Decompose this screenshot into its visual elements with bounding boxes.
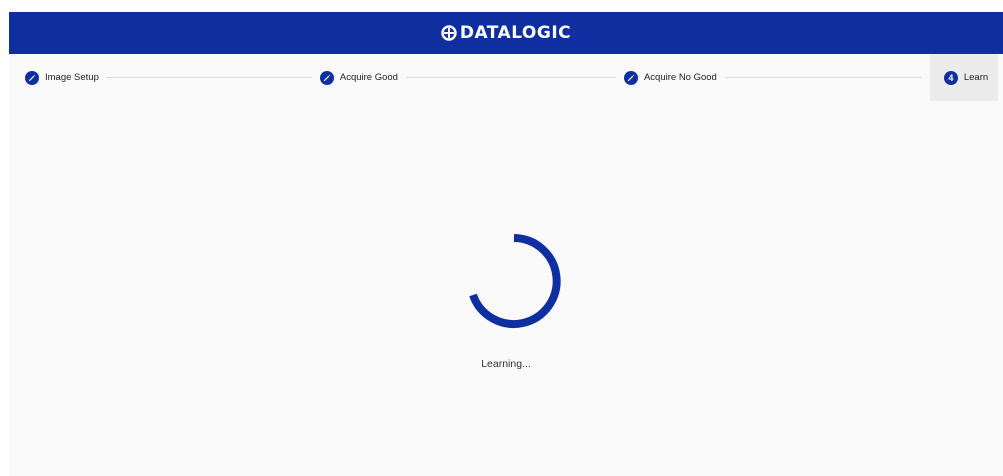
app-window: DATALOGIC Image Setup Acquire Good Acqui… — [9, 12, 1003, 476]
step-acquire-good[interactable]: Acquire Good — [319, 54, 398, 101]
wizard-stepper: Image Setup Acquire Good Acquire No Good… — [9, 54, 1003, 101]
datalogic-logo: DATALOGIC — [441, 23, 571, 43]
step-connector — [106, 77, 312, 78]
step-connector — [724, 77, 922, 78]
learning-status-text: Learning... — [481, 358, 531, 370]
step-label: Learn — [963, 72, 989, 83]
pencil-icon — [25, 70, 39, 85]
pencil-icon — [319, 70, 334, 85]
step-connector — [405, 77, 616, 78]
step-learn[interactable]: 4 Learn — [929, 54, 999, 101]
step-acquire-no-good[interactable]: Acquire No Good — [623, 54, 717, 101]
pencil-icon — [623, 70, 638, 85]
top-header: DATALOGIC — [9, 12, 1003, 54]
step-number: 4 — [948, 72, 954, 83]
step-number-badge: 4 — [943, 70, 958, 85]
step-label: Acquire No Good — [643, 72, 717, 83]
step-label: Image Setup — [45, 72, 99, 83]
step-label: Acquire Good — [339, 72, 398, 83]
datalogic-logo-icon — [441, 25, 457, 41]
brand-name: DATALOGIC — [459, 23, 572, 43]
learning-panel: Learning... — [9, 101, 1003, 476]
loading-spinner-icon — [469, 234, 561, 328]
step-image-setup[interactable]: Image Setup — [25, 54, 99, 101]
